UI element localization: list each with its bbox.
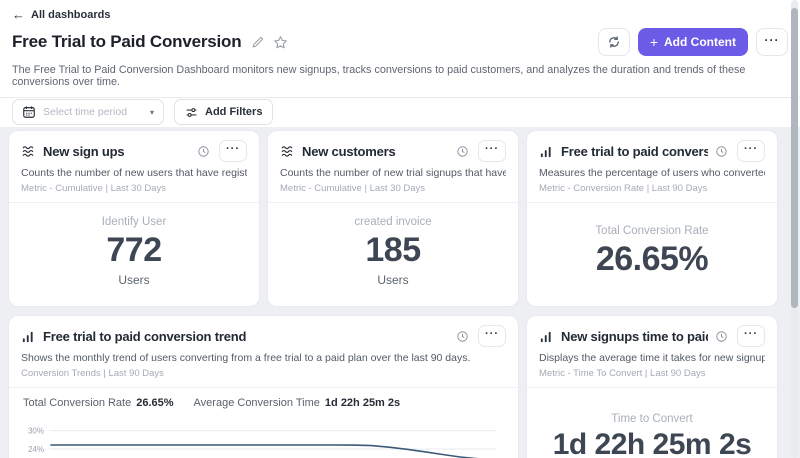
ellipsis-icon: ··· <box>226 143 240 155</box>
calendar-icon <box>23 106 35 118</box>
card-meta: Metric - Conversion Rate | Last 90 Days <box>539 183 708 194</box>
card-description: Counts the number of new users that have… <box>21 167 247 179</box>
ellipsis-icon: ··· <box>744 328 758 340</box>
card-title: Free trial to paid conversion trend <box>43 328 247 344</box>
favorite-button[interactable] <box>273 35 288 50</box>
card-description: Shows the monthly trend of users convert… <box>21 352 471 364</box>
svg-text:30%: 30% <box>28 426 44 435</box>
ellipsis-icon: ··· <box>744 143 758 155</box>
chevron-down-icon: ▾ <box>149 107 154 117</box>
scrollbar-thumb[interactable] <box>791 8 798 308</box>
back-arrow-icon: ← <box>12 7 25 22</box>
back-link[interactable]: ← All dashboards <box>12 8 788 21</box>
clock-icon[interactable] <box>715 145 728 158</box>
card-title: New customers <box>302 143 396 159</box>
back-link-label: All dashboards <box>31 8 111 21</box>
filter-sliders-icon <box>186 107 197 117</box>
drag-handle[interactable] <box>256 315 271 316</box>
trend-chart-svg: 30%24%18%Oct 2024Nov 2024Dec 2024Jan 202… <box>28 426 496 458</box>
metric-sub: Users <box>118 273 150 287</box>
bar-chart-icon <box>21 329 36 344</box>
metric-value: 26.65% <box>595 239 709 278</box>
add-filters-button[interactable]: Add Filters <box>174 99 274 125</box>
page-description: The Free Trial to Paid Conversion Dashbo… <box>12 64 746 88</box>
card-meta: Metric - Cumulative | Last 30 Days <box>21 183 167 194</box>
stat-label: Total Conversion Rate <box>23 397 132 409</box>
pencil-icon <box>253 36 264 48</box>
card-meta: Metric - Cumulative | Last 30 Days <box>280 183 426 194</box>
card-meta: Conversion Trends | Last 90 Days <box>21 368 164 379</box>
card-title: Free trial to paid conversion <box>561 143 708 159</box>
card-more-button[interactable]: ··· <box>478 325 506 347</box>
edit-title-button[interactable] <box>251 35 265 49</box>
card-meta: Metric - Time To Convert | Last 90 Days <box>539 368 706 379</box>
stat-value: 26.65% <box>136 397 174 409</box>
bar-chart-icon <box>539 329 554 344</box>
average-conversion-time-stat: Average Conversion Time 1d 22h 25m 2s <box>194 397 401 409</box>
refresh-button[interactable] <box>597 28 630 56</box>
card-title: New sign ups <box>43 143 125 159</box>
cumulative-metric-icon <box>21 144 36 159</box>
drag-handle[interactable] <box>645 130 660 131</box>
page-title: Free Trial to Paid Conversion <box>12 32 242 51</box>
card-description: Displays the average time it takes for n… <box>539 352 765 364</box>
refresh-icon <box>609 36 619 48</box>
add-filters-label: Add Filters <box>205 106 263 118</box>
card-more-button[interactable]: ··· <box>219 140 247 162</box>
card-new-customers: New customers ··· Counts the number of n… <box>267 130 519 307</box>
card-time-to-convert: New signups time to paid conver... ··· D… <box>526 315 778 458</box>
metric-label: Time to Convert <box>611 412 693 425</box>
time-period-placeholder: Select time period <box>43 106 128 118</box>
total-conversion-rate-stat: Total Conversion Rate 26.65% <box>23 397 174 409</box>
card-new-signups: New sign ups ··· Counts the number of ne… <box>8 130 260 307</box>
drag-handle[interactable] <box>127 130 142 131</box>
card-conversion-trend: Free trial to paid conversion trend ··· … <box>8 315 519 458</box>
card-title: New signups time to paid conver... <box>561 328 708 344</box>
metric-label: created invoice <box>354 216 432 228</box>
ellipsis-icon: ··· <box>485 143 499 155</box>
drag-handle[interactable] <box>386 130 401 131</box>
star-icon <box>274 35 288 48</box>
metric-label: Identify User <box>101 216 167 228</box>
add-content-button[interactable]: + Add Content <box>637 28 748 56</box>
bar-chart-icon <box>539 144 554 159</box>
stat-label: Average Conversion Time <box>193 397 320 409</box>
card-more-button[interactable]: ··· <box>478 140 506 162</box>
card-description: Measures the percentage of users who con… <box>539 167 765 179</box>
metric-value: 185 <box>365 231 421 269</box>
drag-handle[interactable] <box>645 315 660 316</box>
clock-icon[interactable] <box>456 330 469 343</box>
stat-value: 1d 22h 25m 2s <box>324 397 401 409</box>
ellipsis-icon: ··· <box>485 328 499 340</box>
card-description: Counts the number of new trial signups t… <box>280 167 506 179</box>
dashboard-content: New sign ups ··· Counts the number of ne… <box>0 127 800 458</box>
svg-text:24%: 24% <box>28 445 44 454</box>
cumulative-metric-icon <box>280 144 295 159</box>
header-more-button[interactable]: ··· <box>756 28 788 56</box>
metric-value: 1d 22h 25m 2s <box>552 427 752 458</box>
card-more-button[interactable]: ··· <box>737 140 765 162</box>
trend-chart: 30%24%18%Oct 2024Nov 2024Dec 2024Jan 202… <box>9 418 518 458</box>
time-period-select[interactable]: Select time period ▾ <box>12 99 164 125</box>
clock-icon[interactable] <box>715 330 728 343</box>
add-content-label: Add Content <box>664 35 736 49</box>
plus-icon: + <box>649 34 659 50</box>
metric-value: 772 <box>106 231 162 269</box>
ellipsis-icon: ··· <box>764 33 780 47</box>
card-conversion-rate: Free trial to paid conversion ··· Measur… <box>526 130 778 307</box>
dashboard-header: ← All dashboards Free Trial to Paid Conv… <box>0 0 800 97</box>
card-more-button[interactable]: ··· <box>737 325 765 347</box>
vertical-scrollbar[interactable] <box>791 0 798 458</box>
metric-sub: Users <box>377 273 409 287</box>
filter-toolbar: Select time period ▾ Add Filters <box>0 97 800 127</box>
metric-label: Total Conversion Rate <box>595 224 709 237</box>
clock-icon[interactable] <box>456 145 469 158</box>
clock-icon[interactable] <box>197 145 210 158</box>
